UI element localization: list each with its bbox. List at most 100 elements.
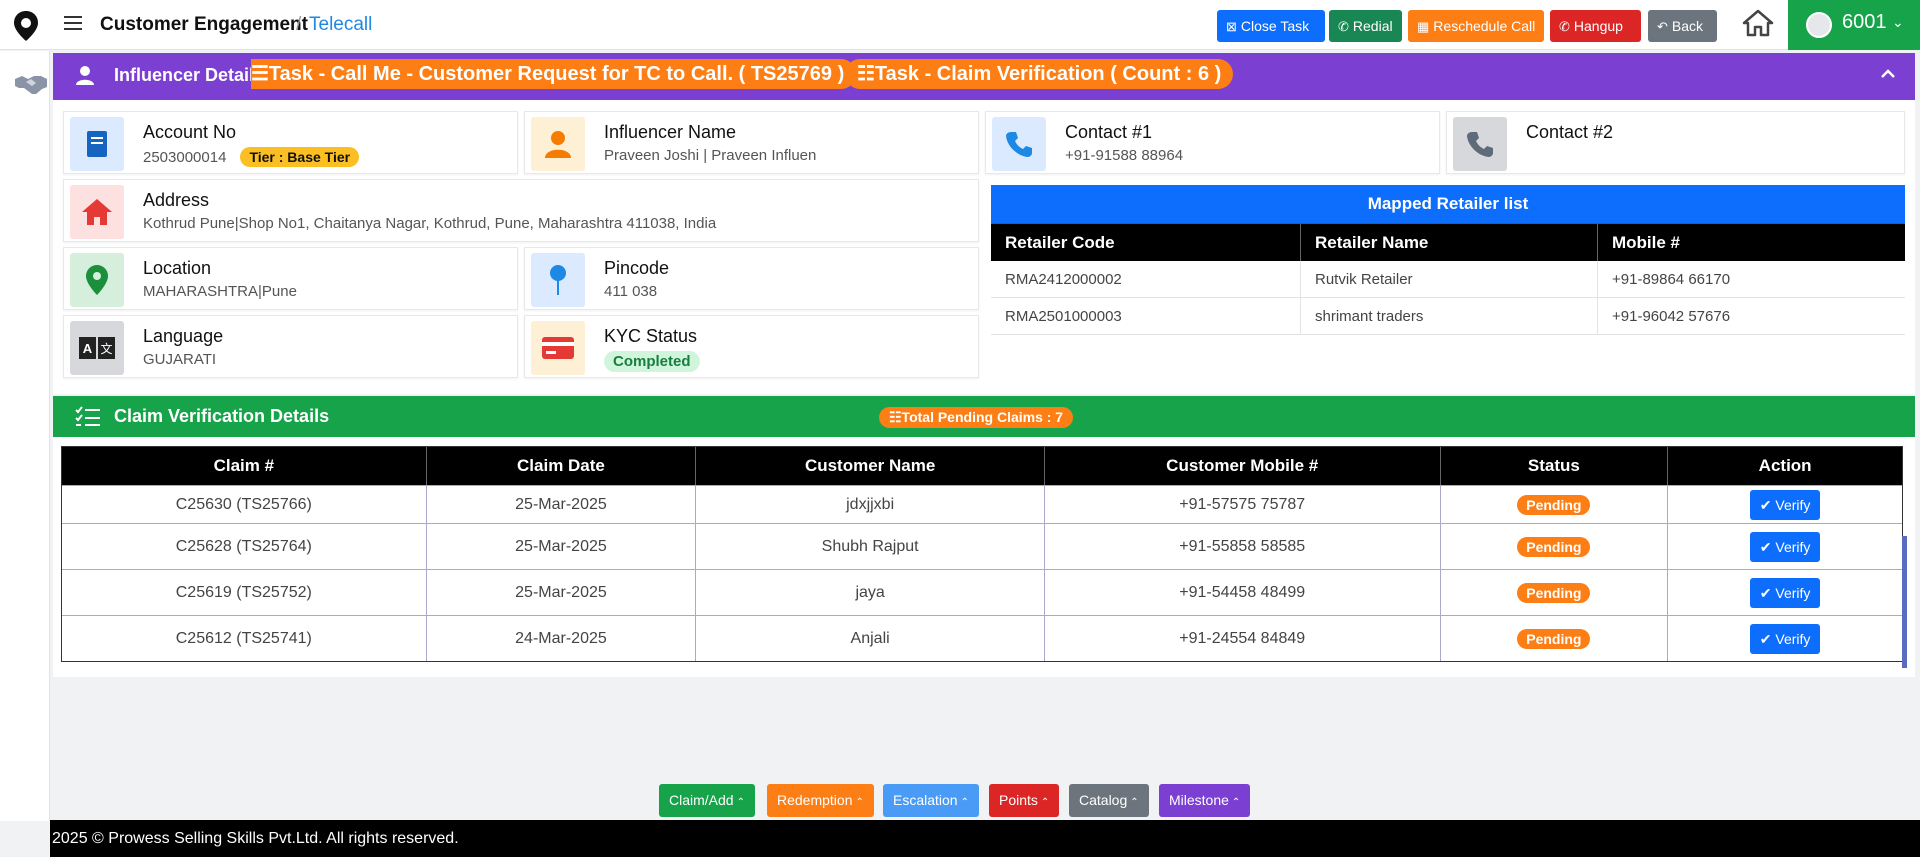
status-badge: Pending <box>1517 536 1591 557</box>
house-icon <box>70 185 124 239</box>
menu-toggle-icon[interactable] <box>64 16 82 32</box>
handshake-icon[interactable] <box>14 73 48 95</box>
chevron-up-icon: ⌃ <box>960 797 969 808</box>
pincode-card: Pincode 411 038 <box>524 247 979 310</box>
influencer-name-value: Praveen Joshi | Praveen Influen <box>604 147 817 164</box>
back-button[interactable]: ↶ Back <box>1648 10 1717 42</box>
action-cell: ✔ Verify <box>1668 524 1902 569</box>
retailer-mobile: +91-89864 66170 <box>1612 271 1731 288</box>
location-card: Location MAHARASHTRA|Pune <box>63 247 518 310</box>
chevron-up-icon[interactable] <box>1879 65 1897 83</box>
contact-2-card[interactable]: Contact #2 <box>1446 111 1905 174</box>
contact-1-card[interactable]: Contact #1 +91-91588 88964 <box>985 111 1440 174</box>
kyc-status-badge: Completed <box>604 351 700 372</box>
chevron-up-icon: ⌃ <box>1040 797 1050 808</box>
customer-mobile: +91-24554 84849 <box>1045 616 1441 661</box>
chevron-up-icon: ⌃ <box>1231 797 1241 808</box>
retailer-mobile: +91-96042 57676 <box>1612 308 1731 325</box>
claim-date: 25-Mar-2025 <box>427 524 697 569</box>
claim-date: 25-Mar-2025 <box>427 570 697 615</box>
task-call-me-pill[interactable]: ☰Task - Call Me - Customer Request for T… <box>251 59 857 89</box>
redial-button[interactable]: ✆ Redial <box>1329 10 1402 42</box>
pincode-label: Pincode <box>604 258 670 278</box>
claim-number: C25630 (TS25766) <box>62 486 427 523</box>
phone-icon <box>992 117 1046 171</box>
close-box-icon: ⊠ <box>1226 19 1237 34</box>
retailer-name: shrimant traders <box>1301 298 1598 334</box>
influencer-name-label: Influencer Name <box>604 122 737 142</box>
claim-date: 24-Mar-2025 <box>427 616 697 661</box>
address-value: Kothrud Pune|Shop No1, Chaitanya Nagar, … <box>143 215 717 232</box>
retailer-code: RMA2412000002 <box>991 261 1301 297</box>
verify-button[interactable]: ✔ Verify <box>1749 531 1821 562</box>
influencer-section-title: Influencer Details <box>114 65 265 85</box>
task-claim-verification-pill[interactable]: ☷Task - Claim Verification ( Count : 6 ) <box>845 59 1234 89</box>
language-card: A文 Language GUJARATI <box>63 315 518 378</box>
kyc-status-label: KYC Status <box>604 326 698 346</box>
escalation-tab[interactable]: Escalation ⌃ <box>883 784 979 817</box>
chevron-up-icon: ⌃ <box>855 797 864 808</box>
contact-2-label: Contact #2 <box>1526 122 1614 142</box>
influencer-section-header[interactable]: Influencer Details ☰Task - Call Me - Cus… <box>53 53 1915 100</box>
phone-icon <box>1453 117 1507 171</box>
claim-date: 25-Mar-2025 <box>427 486 697 523</box>
claim-add-tab[interactable]: Claim/Add ⌃ <box>659 784 755 817</box>
app-title: Customer Engagement <box>100 14 308 35</box>
customer-mobile: +91-54458 48499 <box>1045 570 1441 615</box>
chevron-up-icon: ⌃ <box>1130 797 1139 808</box>
translate-icon: A文 <box>70 321 124 375</box>
pincode-value: 411 038 <box>604 283 658 300</box>
pushpin-icon <box>531 253 585 307</box>
calendar-icon: ▦ <box>1417 19 1430 34</box>
checklist-icon <box>75 406 100 426</box>
phone-slash-icon: ✆ <box>1559 19 1570 34</box>
credit-card-icon <box>531 321 585 375</box>
hangup-button[interactable]: ✆ Hangup <box>1550 10 1641 42</box>
catalog-tab[interactable]: Catalog ⌃ <box>1069 784 1149 817</box>
status-badge: Pending <box>1517 582 1591 603</box>
claim-table: Claim # Claim Date Customer Name Custome… <box>61 446 1903 662</box>
action-cell: ✔ Verify <box>1668 486 1902 523</box>
action-cell: ✔ Verify <box>1668 570 1902 615</box>
kyc-status-value: Completed <box>604 351 700 372</box>
footer-copyright: 2025 © Prowess Selling Skills Pvt.Ltd. A… <box>50 820 1920 857</box>
status-badge: Pending <box>1517 628 1591 649</box>
verify-button[interactable]: ✔ Verify <box>1749 489 1821 520</box>
top-bar: Customer Engagement / Telecall ⊠ Close Ta… <box>0 0 1920 50</box>
status-cell: Pending <box>1441 570 1669 615</box>
points-tab[interactable]: Points ⌃ <box>989 784 1060 817</box>
user-menu[interactable]: 6001 ⌄ <box>1788 0 1920 50</box>
reschedule-call-button[interactable]: ▦ Reschedule Call <box>1408 10 1544 42</box>
language-value: GUJARATI <box>143 351 217 368</box>
table-row: C25628 (TS25764) 25-Mar-2025 Shubh Rajpu… <box>62 523 1902 569</box>
mapped-retailer-title: Mapped Retailer list <box>991 185 1905 223</box>
claim-verification-panel: Claim # Claim Date Customer Name Custome… <box>53 437 1915 677</box>
influencer-details-panel: Account No 2503000014 Tier : Base Tier In… <box>53 100 1915 394</box>
location-pin-logo-icon[interactable] <box>13 10 39 42</box>
user-icon <box>76 66 94 85</box>
milestone-tab[interactable]: Milestone ⌃ <box>1159 784 1251 817</box>
mapped-retailer-header-row: Retailer Code Retailer Name Mobile # <box>991 223 1905 261</box>
table-row: RMA2501000003 shrimant traders +91-96042… <box>991 298 1905 335</box>
account-no-card: Account No 2503000014 Tier : Base Tier <box>63 111 518 174</box>
customer-name: jdxjjxbi <box>696 486 1045 523</box>
verify-button[interactable]: ✔ Verify <box>1749 577 1821 608</box>
home-icon[interactable] <box>1742 9 1774 37</box>
left-rail <box>0 51 50 821</box>
breadcrumb-telecall[interactable]: Telecall <box>309 14 372 36</box>
claim-section-header[interactable]: Claim Verification Details ☷Total Pendin… <box>53 396 1915 437</box>
column-header: Retailer Code <box>991 224 1301 261</box>
contact-1-label: Contact #1 <box>1065 122 1153 142</box>
table-row: C25612 (TS25741) 24-Mar-2025 Anjali +91-… <box>62 615 1902 661</box>
breadcrumb-separator: / <box>296 14 302 35</box>
kyc-status-card: KYC Status Completed <box>524 315 979 378</box>
table-scrollbar[interactable] <box>1902 536 1907 668</box>
column-header: Retailer Name <box>1301 224 1598 261</box>
redemption-tab[interactable]: Redemption ⌃ <box>767 784 874 817</box>
tier-badge: Tier : Base Tier <box>240 147 360 167</box>
table-row: C25619 (TS25752) 25-Mar-2025 jaya +91-54… <box>62 569 1902 615</box>
verify-button[interactable]: ✔ Verify <box>1749 623 1821 654</box>
book-icon <box>70 117 124 171</box>
column-header: Customer Mobile # <box>1045 447 1441 485</box>
close-task-button[interactable]: ⊠ Close Task <box>1217 10 1325 42</box>
